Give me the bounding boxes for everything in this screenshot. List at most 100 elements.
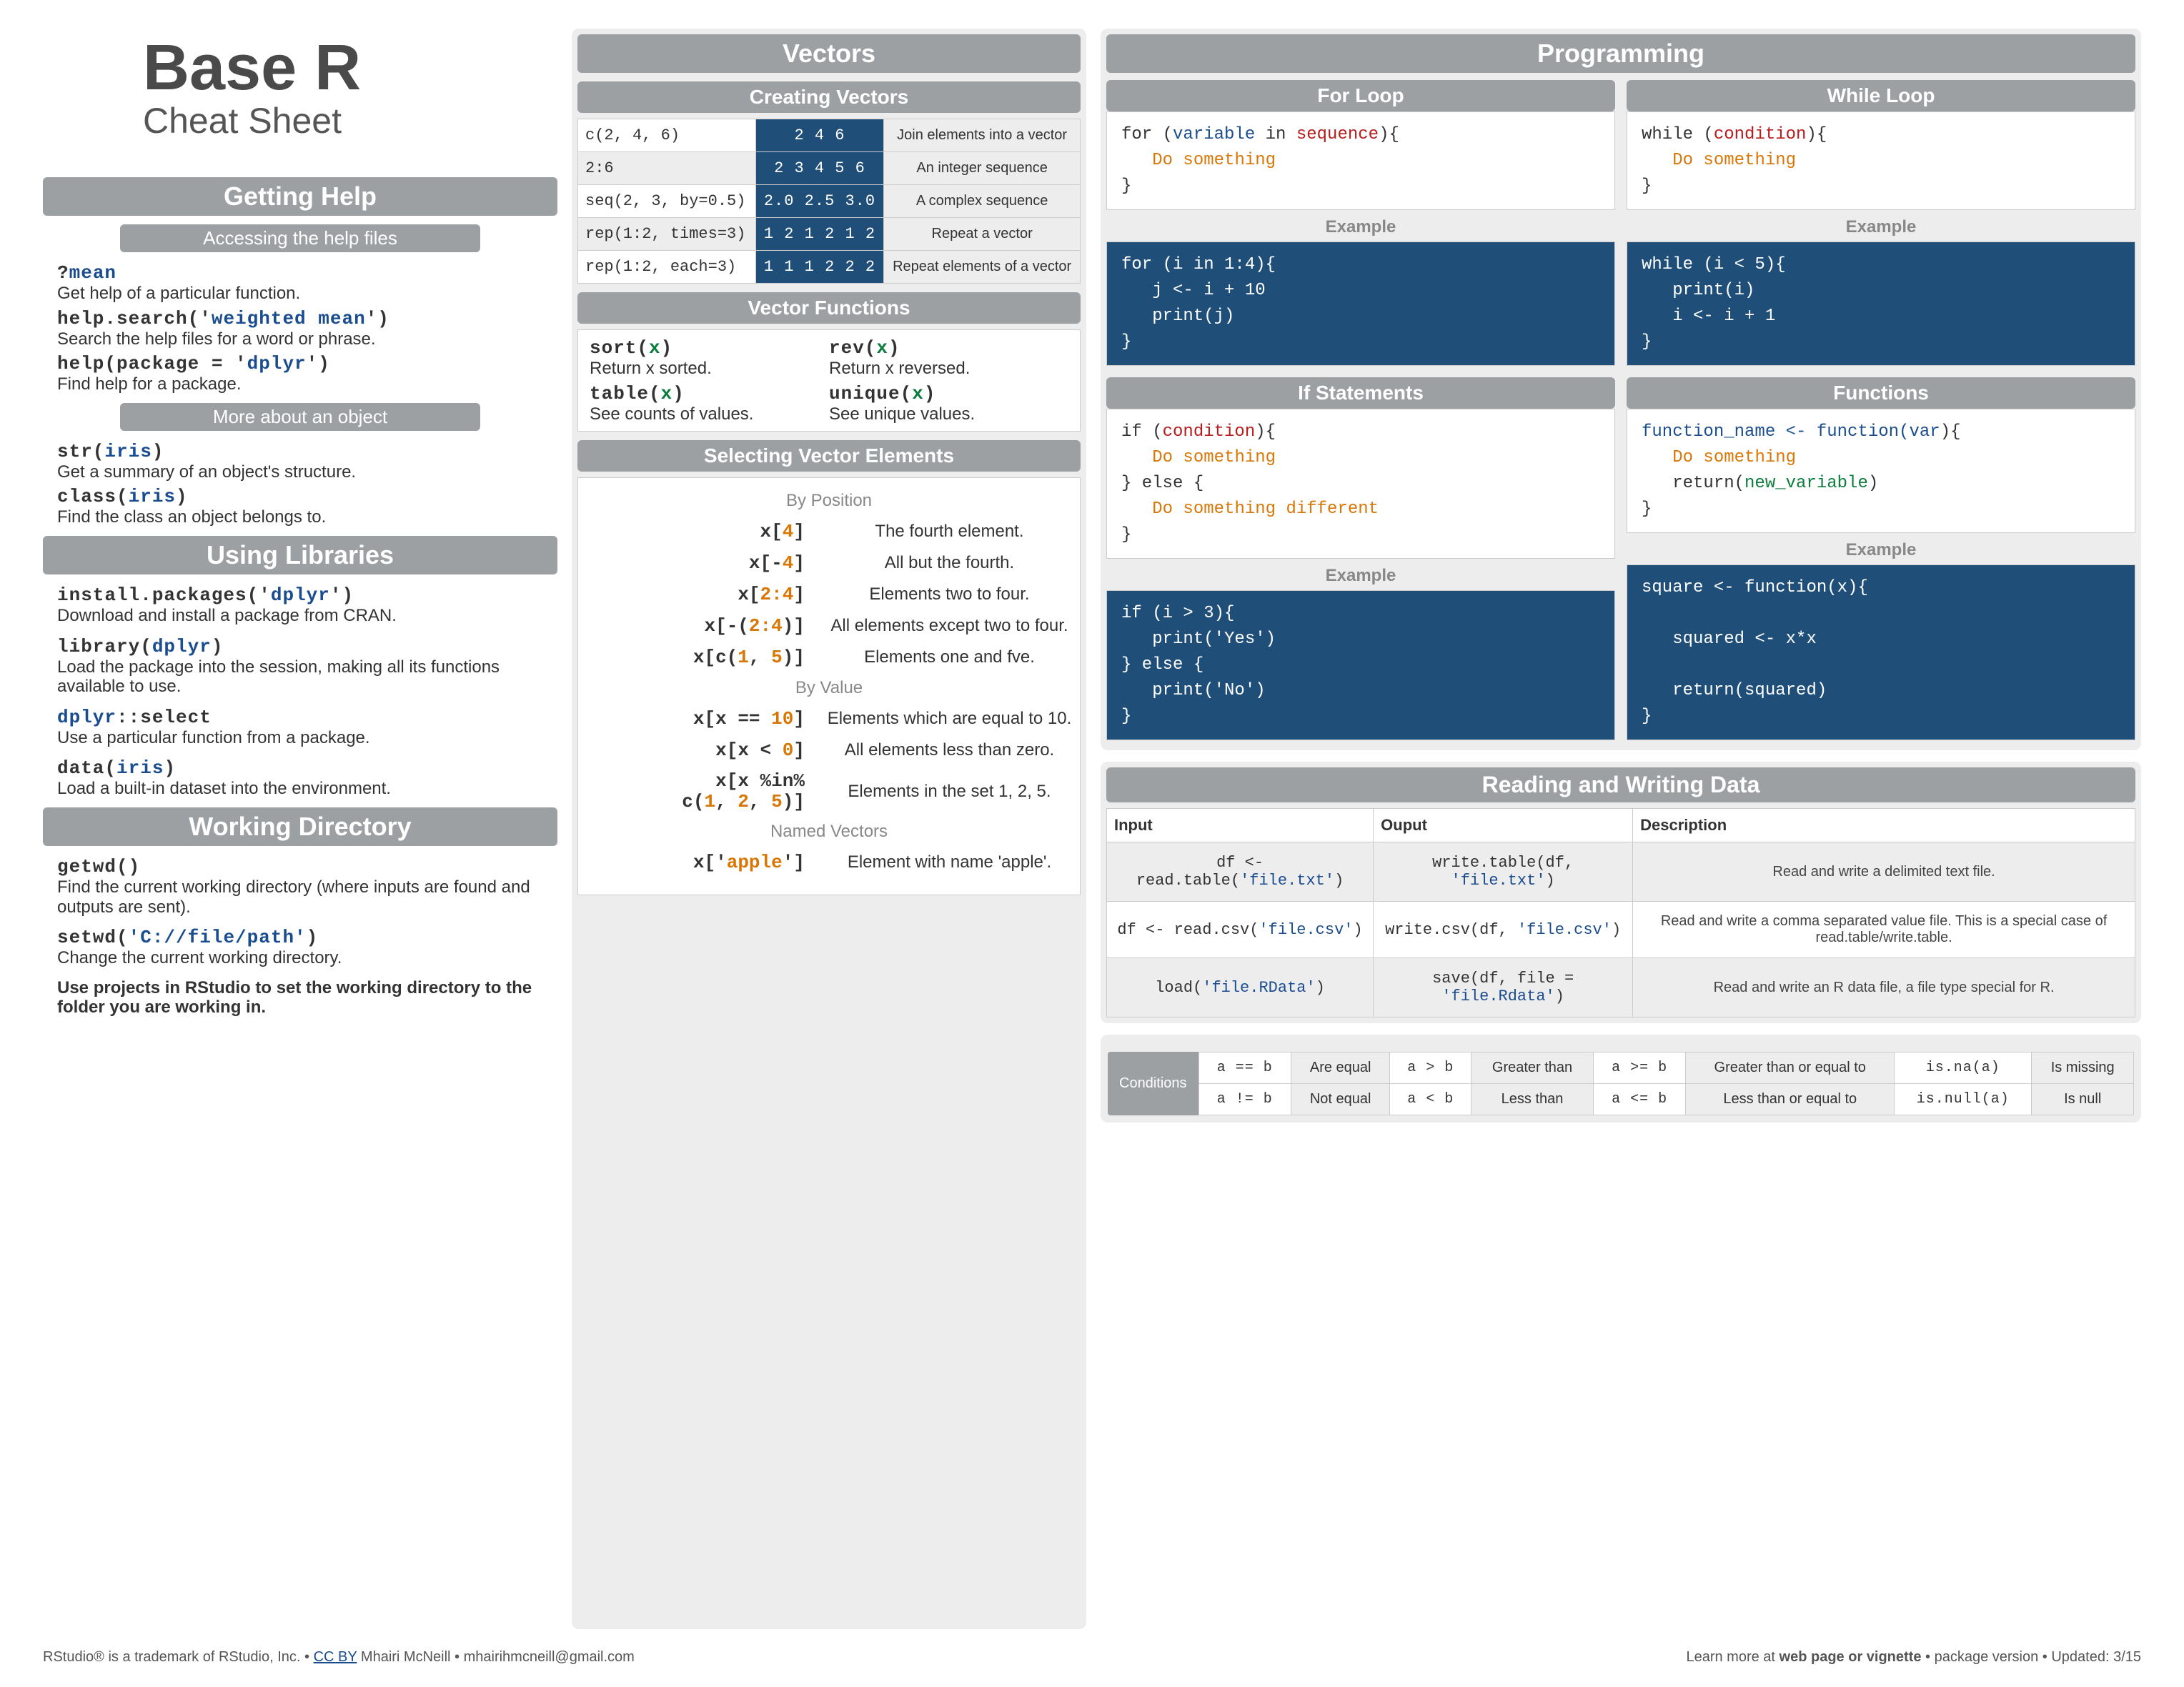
if-example: if (i > 3){ print('Yes') } else { print(…	[1106, 590, 1615, 740]
help-search-code: help.search('weighted mean')	[57, 308, 543, 329]
rstudio-tip: Use projects in RStudio to set the worki…	[57, 978, 543, 1017]
rev-desc: Return x reversed.	[829, 359, 1068, 379]
table-cell: Read and write an R data file, a file ty…	[1633, 958, 2135, 1017]
sel-code: x[c(1, 5)]	[578, 647, 819, 668]
table-cell: a != b	[1198, 1084, 1291, 1115]
vector-functions-box: sort(x) Return x sorted. table(x) See co…	[577, 329, 1081, 432]
sel-desc: All elements except two to four.	[819, 616, 1080, 636]
io-th-output: Ouput	[1374, 809, 1633, 842]
while-example-label: Example	[1627, 217, 2135, 237]
for-loop-template: for (variable in sequence){ Do something…	[1106, 111, 1615, 210]
selecting-vector-header: Selecting Vector Elements	[577, 440, 1081, 472]
programming-header: Programming	[1106, 34, 2135, 73]
setwd-code: setwd('C://file/path')	[57, 927, 543, 948]
table-cell: Greater than or equal to	[1686, 1052, 1895, 1084]
sel-code: x[x %in% c(1, 2, 5)]	[578, 771, 819, 812]
table-cell: rep(1:2, times=3)	[578, 218, 756, 251]
for-loop-header: For Loop	[1106, 80, 1615, 111]
table-cell: seq(2, 3, by=0.5)	[578, 185, 756, 218]
class-code: class(iris)	[57, 486, 543, 507]
str-desc: Get a summary of an object's structure.	[57, 462, 543, 482]
creating-vectors-table: c(2, 4, 6)2 4 6Join elements into a vect…	[577, 119, 1081, 284]
footer-license-link[interactable]: CC BY	[314, 1649, 357, 1665]
conditions-label: Conditions	[1108, 1052, 1198, 1115]
accessing-help-subheader: Accessing the help files	[120, 224, 480, 252]
sel-code: x[x == 10]	[578, 708, 819, 730]
help-package-desc: Find help for a package.	[57, 374, 543, 394]
if-template: if (condition){ Do something } else { Do…	[1106, 409, 1615, 559]
table-cell: rep(1:2, each=3)	[578, 251, 756, 284]
sel-code: x[4]	[578, 521, 819, 542]
while-loop-example: while (i < 5){ print(i) i <- i + 1 }	[1627, 242, 2135, 366]
library-desc: Load the package into the session, makin…	[57, 657, 543, 697]
page-subtitle: Cheat Sheet	[143, 100, 557, 141]
table-desc: See counts of values.	[590, 404, 829, 424]
sel-desc: Elements two to four.	[819, 584, 1080, 604]
table-cell: 1 2 1 2 1 2	[755, 218, 884, 251]
table-cell: a <= b	[1593, 1084, 1685, 1115]
data-desc: Load a built-in dataset into the environ…	[57, 779, 543, 799]
getwd-desc: Find the current working directory (wher…	[57, 877, 543, 917]
while-loop-template: while (condition){ Do something }	[1627, 111, 2135, 210]
unique-code: unique(x)	[829, 383, 1068, 404]
for-example-label: Example	[1106, 217, 1615, 237]
table-cell: Less than	[1471, 1084, 1594, 1115]
table-cell: Not equal	[1291, 1084, 1390, 1115]
setwd-desc: Change the current working directory.	[57, 948, 543, 968]
sel-code: x['apple']	[578, 852, 819, 873]
table-cell: load('file.RData')	[1107, 958, 1374, 1017]
if-statements-header: If Statements	[1106, 377, 1615, 409]
function-example-label: Example	[1627, 540, 2135, 560]
by-position-label: By Position	[578, 491, 1080, 511]
str-code: str(iris)	[57, 441, 543, 462]
io-header: Reading and Writing Data	[1106, 767, 2135, 802]
named -vectors-label: Named Vectors	[578, 822, 1080, 842]
table-cell: A complex sequence	[884, 185, 1081, 218]
table-cell: is.na(a)	[1895, 1052, 2032, 1084]
table-cell: Greater than	[1471, 1052, 1594, 1084]
unique-desc: See unique values.	[829, 404, 1068, 424]
table-cell: Join elements into a vector	[884, 119, 1081, 152]
for-loop-example: for (i in 1:4){ j <- i + 10 print(j) }	[1106, 242, 1615, 366]
function-example: square <- function(x){ squared <- x*x re…	[1627, 564, 2135, 740]
table-cell: Is null	[2032, 1084, 2134, 1115]
table-cell: a < b	[1390, 1084, 1471, 1115]
sel-desc: All but the fourth.	[819, 553, 1080, 573]
table-cell: An integer sequence	[884, 152, 1081, 185]
function-template: function_name <- function(var){ Do somet…	[1627, 409, 2135, 533]
sel-desc: Elements which are equal to 10.	[819, 709, 1080, 729]
table-cell: 2:6	[578, 152, 756, 185]
sel-code: x[-4]	[578, 552, 819, 574]
table-cell: Read and write a delimited text file.	[1633, 842, 2135, 902]
namespace-desc: Use a particular function from a package…	[57, 728, 543, 748]
table-code: table(x)	[590, 383, 829, 404]
sort-desc: Return x sorted.	[590, 359, 829, 379]
sel-code: x[2:4]	[578, 584, 819, 605]
footer-right: Learn more at web page or vignette • pac…	[1686, 1649, 2141, 1666]
vector-functions-header: Vector Functions	[577, 292, 1081, 324]
using-libraries-header: Using Libraries	[43, 536, 557, 574]
page-title: Base R	[143, 36, 557, 100]
table-cell: is.null(a)	[1895, 1084, 2032, 1115]
conditions-table: a == bAre equal a > bGreater than a >= b…	[1198, 1052, 2134, 1115]
io-th-input: Input	[1107, 809, 1374, 842]
table-cell: save(df, file = 'file.Rdata')	[1374, 958, 1633, 1017]
install-packages-code: install.packages('dplyr')	[57, 584, 543, 606]
while-loop-header: While Loop	[1627, 80, 2135, 111]
sort-code: sort(x)	[590, 337, 829, 359]
sel-desc: Elements one and fve.	[819, 647, 1080, 667]
table-cell: c(2, 4, 6)	[578, 119, 756, 152]
table-cell: write.csv(df, 'file.csv')	[1374, 902, 1633, 958]
sel-desc: Elements in the set 1, 2, 5.	[819, 782, 1080, 802]
data-code: data(iris)	[57, 757, 543, 779]
vectors-header: Vectors	[577, 34, 1081, 73]
table-cell: 2 3 4 5 6	[755, 152, 884, 185]
table-cell: Repeat a vector	[884, 218, 1081, 251]
table-cell: a == b	[1198, 1052, 1291, 1084]
help-search-desc: Search the help files for a word or phra…	[57, 329, 543, 349]
table-cell: 2 4 6	[755, 119, 884, 152]
install-packages-desc: Download and install a package from CRAN…	[57, 606, 543, 626]
sel-desc: All elements less than zero.	[819, 740, 1080, 760]
table-cell: df <- read.table('file.txt')	[1107, 842, 1374, 902]
table-cell: Repeat elements of a vector	[884, 251, 1081, 284]
